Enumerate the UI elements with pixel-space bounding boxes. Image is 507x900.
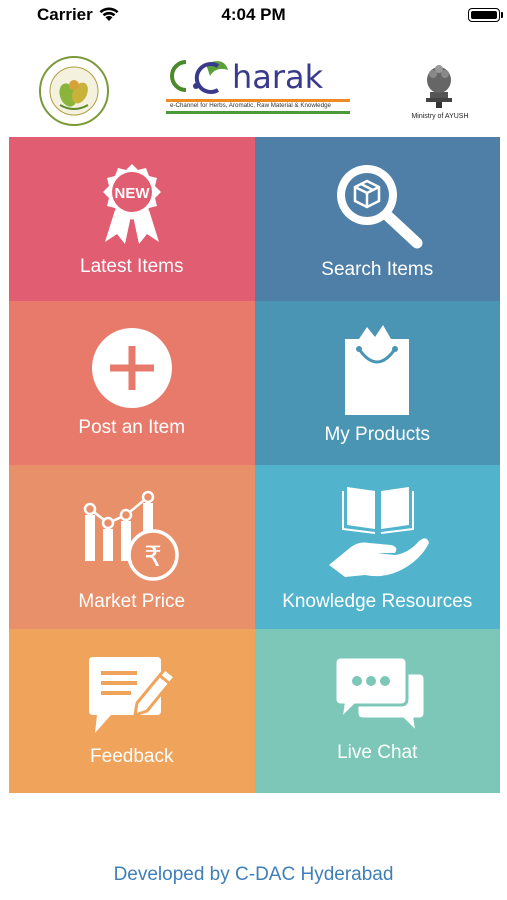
svg-text:harak: harak bbox=[232, 58, 324, 96]
logo-green-stripe bbox=[166, 111, 350, 114]
tile-search-items[interactable]: Search Items bbox=[254, 137, 500, 301]
footer-credit[interactable]: Developed by C-DAC Hyderabad bbox=[0, 864, 507, 886]
tile-label: My Products bbox=[324, 424, 431, 445]
tile-label: Market Price bbox=[78, 591, 186, 612]
book-hand-icon bbox=[328, 487, 429, 577]
ministry-ayush-caption: Ministry of AYUSH bbox=[411, 113, 469, 120]
svg-text:NEW: NEW bbox=[115, 185, 151, 202]
search-box-icon bbox=[336, 165, 422, 249]
echarak-logo: harak e-Channel for Herbs, Aromatic, Raw… bbox=[166, 52, 352, 122]
shopping-bag-icon bbox=[344, 325, 409, 415]
tile-my-products[interactable]: My Products bbox=[254, 301, 500, 465]
tile-label: Latest Items bbox=[80, 256, 184, 277]
tile-live-chat[interactable]: Live Chat bbox=[254, 629, 500, 793]
echarak-wordmark: harak bbox=[170, 58, 324, 96]
tile-label: Knowledge Resources bbox=[282, 591, 473, 612]
market-chart-rupee-icon: ₹ bbox=[83, 490, 179, 581]
tile-label: Feedback bbox=[90, 746, 174, 767]
tile-knowledge-resources[interactable]: Knowledge Resources bbox=[254, 465, 500, 629]
new-badge-icon: NEW bbox=[103, 164, 161, 244]
tile-label: Search Items bbox=[321, 259, 434, 280]
battery-icon bbox=[468, 8, 500, 22]
tile-post-an-item[interactable]: Post an Item bbox=[9, 301, 255, 465]
clock: 4:04 PM bbox=[221, 5, 286, 24]
ashoka-emblem-icon bbox=[426, 65, 452, 108]
feedback-pen-icon bbox=[89, 657, 178, 733]
tile-latest-items[interactable]: NEW Latest Items bbox=[9, 137, 255, 301]
svg-text:₹: ₹ bbox=[144, 540, 162, 573]
header: harak e-Channel for Herbs, Aromatic, Raw… bbox=[0, 40, 507, 136]
status-bar: Carrier 4:04 PM bbox=[0, 0, 507, 32]
chat-bubbles-icon bbox=[333, 655, 426, 738]
tile-label: Post an Item bbox=[78, 417, 186, 438]
menu-grid: NEW Latest Items Search Items Post an It… bbox=[9, 137, 500, 793]
tile-feedback[interactable]: Feedback bbox=[9, 629, 255, 793]
echarak-subtitle: e-Channel for Herbs, Aromatic, Raw Mater… bbox=[170, 102, 331, 109]
tile-market-price[interactable]: ₹ Market Price bbox=[9, 465, 255, 629]
tile-label: Live Chat bbox=[337, 742, 418, 763]
plus-circle-icon bbox=[92, 328, 172, 408]
battery-tip bbox=[501, 12, 503, 18]
nmpb-seal-logo bbox=[39, 56, 109, 126]
